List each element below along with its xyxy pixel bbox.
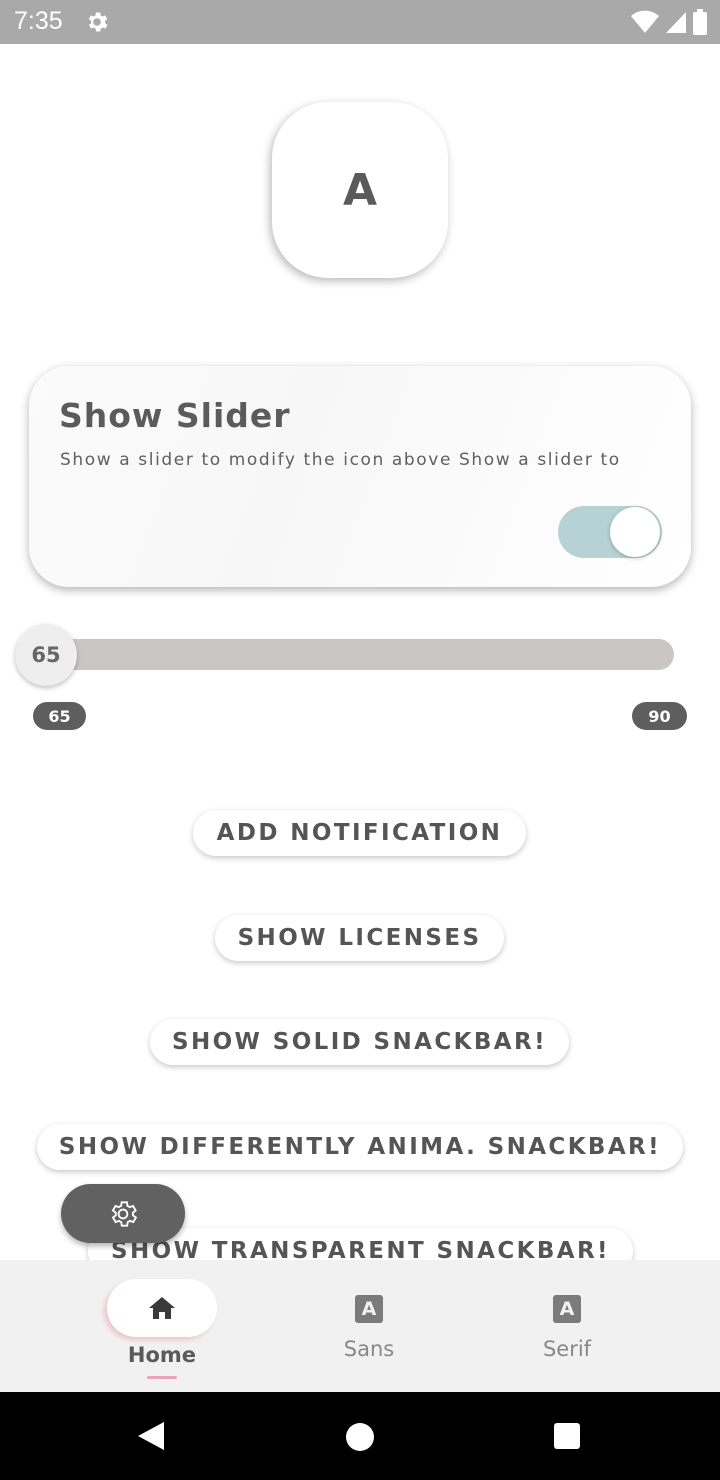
home-circle-icon[interactable]	[345, 1422, 375, 1452]
home-icon	[149, 1297, 175, 1319]
slider-track[interactable]	[46, 639, 674, 670]
show-licenses-button[interactable]: SHOW LICENSES	[215, 915, 504, 961]
show-solid-snackbar-button[interactable]: SHOW SOLID SNACKBAR!	[150, 1019, 569, 1065]
slider-min-label: 65	[33, 702, 86, 730]
avatar-letter: A	[342, 164, 378, 216]
bottom-navigation: Home A Sans A Serif	[0, 1260, 720, 1392]
toggle-thumb	[610, 507, 660, 557]
font-preview-avatar: A	[272, 102, 448, 278]
battery-icon	[693, 9, 707, 35]
slider-thumb[interactable]: 65	[15, 624, 77, 686]
show-slider-toggle[interactable]	[558, 506, 662, 558]
signal-icon	[666, 12, 686, 33]
nav-item-home[interactable]	[107, 1279, 217, 1337]
nav-sans-label[interactable]: Sans	[318, 1337, 420, 1361]
settings-fab[interactable]	[61, 1184, 185, 1243]
settings-gear-icon	[88, 12, 108, 32]
font-a-icon[interactable]: A	[355, 1295, 383, 1323]
recents-icon[interactable]	[553, 1422, 581, 1450]
show-animated-snackbar-button[interactable]: SHOW DIFFERENTLY ANIMA. SNACKBAR!	[37, 1124, 683, 1170]
nav-home-label: Home	[127, 1343, 197, 1367]
back-icon[interactable]	[136, 1420, 166, 1452]
status-icons	[630, 9, 708, 35]
settings-gear-icon	[111, 1200, 138, 1227]
show-slider-card: Show Slider Show a slider to modify the …	[29, 366, 691, 587]
system-navigation-bar	[0, 1392, 720, 1480]
font-a-icon[interactable]: A	[553, 1295, 581, 1323]
nav-serif-label[interactable]: Serif	[516, 1337, 618, 1361]
card-title: Show Slider	[59, 396, 291, 435]
nav-active-indicator	[147, 1376, 177, 1379]
card-description: Show a slider to modify the icon above S…	[60, 450, 621, 470]
status-time: 7:35	[14, 7, 63, 35]
add-notification-button[interactable]: ADD NOTIFICATION	[193, 810, 526, 856]
wifi-icon	[631, 10, 659, 33]
status-bar: 7:35	[0, 0, 720, 44]
slider-max-label: 90	[632, 702, 687, 730]
